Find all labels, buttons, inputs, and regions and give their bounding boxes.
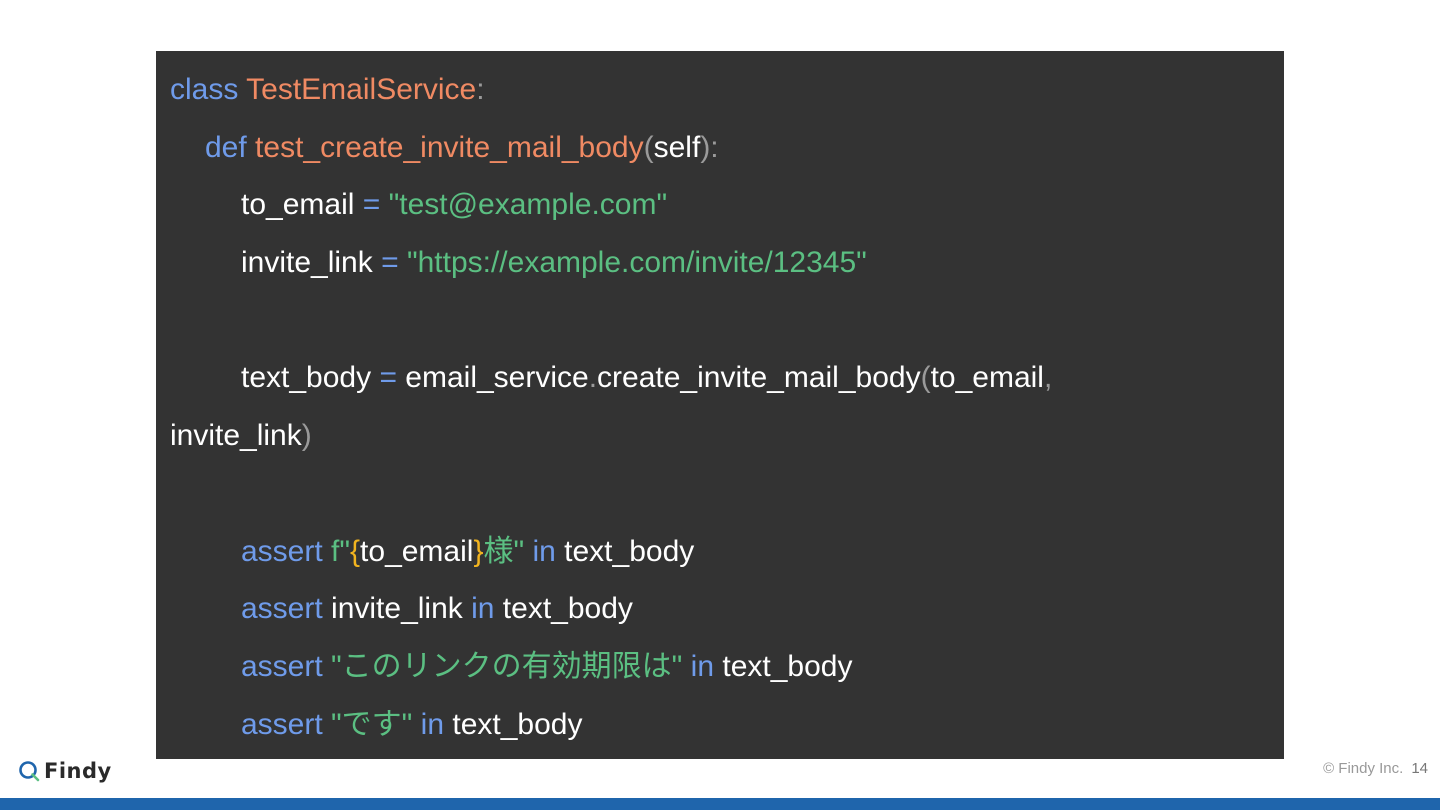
page-number: 14 xyxy=(1411,760,1428,777)
code-token: in xyxy=(532,534,565,568)
code-token: TestEmailService xyxy=(246,73,477,106)
code-token: assert xyxy=(241,592,332,626)
code-token: in xyxy=(690,649,723,683)
code-token: } xyxy=(473,534,484,568)
code-token: to_email xyxy=(930,361,1044,395)
code-token: text_body xyxy=(241,361,380,395)
code-token: "test@example.com" xyxy=(388,188,668,222)
code-token: ( xyxy=(643,130,654,164)
code-block: class TestEmailService: def test_create_i… xyxy=(156,51,1284,759)
code-token: in xyxy=(471,592,503,626)
code-token: , xyxy=(1043,361,1053,395)
code-line: invite_link) xyxy=(170,407,1270,465)
code-token: text_body xyxy=(722,649,853,683)
copyright-text: © Findy Inc. xyxy=(1323,760,1404,777)
code-token: = xyxy=(381,246,407,280)
code-token: "です" xyxy=(331,707,421,741)
code-line: class TestEmailService: xyxy=(170,61,1270,119)
code-line: def test_create_invite_mail_body(self): xyxy=(170,119,1270,177)
code-token: assert xyxy=(241,534,332,568)
code-token: f" xyxy=(331,534,351,568)
code-token: ( xyxy=(920,361,931,395)
code-token: assert xyxy=(241,707,332,741)
code-token: 様" xyxy=(483,534,533,568)
code-line: assert "です" in text_body xyxy=(170,696,1270,754)
code-token: email_service xyxy=(405,361,589,395)
findy-logo-icon xyxy=(18,760,40,782)
code-token: in xyxy=(420,707,453,741)
code-token: = xyxy=(379,361,406,395)
code-token: to_email xyxy=(360,534,474,568)
code-token: ) xyxy=(301,419,312,453)
code-token: text_body xyxy=(564,534,695,568)
code-token: def xyxy=(205,130,256,164)
code-token: text_body xyxy=(502,592,633,626)
code-token: invite_link xyxy=(241,246,382,280)
code-token: { xyxy=(350,534,361,568)
findy-logo: Findy xyxy=(18,757,112,785)
footer-info: © Findy Inc. 14 xyxy=(1323,760,1428,777)
code-line: to_email = "test@example.com" xyxy=(170,176,1270,234)
code-line: invite_link = "https://example.com/invit… xyxy=(170,234,1270,292)
bottom-accent-bar xyxy=(0,798,1440,810)
code-token: = xyxy=(362,188,389,222)
code-token: assert xyxy=(241,649,332,683)
code-token: create_invite_mail_body xyxy=(597,361,921,395)
code-token: ): xyxy=(700,130,719,164)
code-token: invite_link xyxy=(331,592,472,626)
code-token: "https://example.com/invite/12345" xyxy=(406,246,867,280)
code-line: assert f"{to_email}様" in text_body xyxy=(170,523,1270,581)
code-token: self xyxy=(653,130,701,164)
code-token: text_body xyxy=(452,707,583,741)
code-token: "このリンクの有効期限は" xyxy=(331,649,691,683)
code-token: . xyxy=(588,361,598,395)
code-token: : xyxy=(476,73,485,106)
code-line: assert invite_link in text_body xyxy=(170,580,1270,638)
code-token: invite_link xyxy=(170,419,302,453)
code-token: test_create_invite_mail_body xyxy=(255,130,644,164)
code-line: assert "このリンクの有効期限は" in text_body xyxy=(170,638,1270,696)
code-line: text_body = email_service.create_invite_… xyxy=(170,349,1270,407)
code-token: to_email xyxy=(241,188,363,222)
logo-text: Findy xyxy=(44,759,112,783)
code-token: class xyxy=(170,73,247,106)
